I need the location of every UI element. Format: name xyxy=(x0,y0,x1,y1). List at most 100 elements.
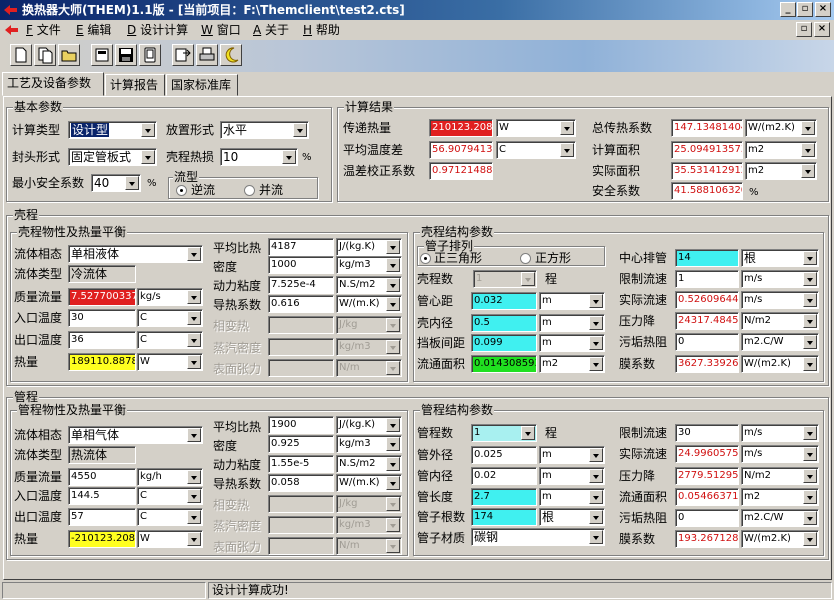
tube-area-unit[interactable]: m2 xyxy=(741,488,819,506)
maximize-button[interactable]: ▫ xyxy=(797,2,813,17)
calc-type-select[interactable]: 设计型 xyxy=(68,121,157,139)
tube-id-unit[interactable]: m xyxy=(539,467,605,485)
tube-foul-value[interactable]: 0 xyxy=(675,509,739,527)
copy-doc-icon[interactable] xyxy=(34,44,56,66)
shell-area-unit[interactable]: m2 xyxy=(539,355,605,373)
pitch-value[interactable]: 0.032 xyxy=(471,292,537,310)
head-select[interactable]: 固定管板式 xyxy=(68,148,157,166)
shell-tin-unit[interactable]: C xyxy=(137,309,203,327)
overall-u-unit[interactable]: W/(m2.K) xyxy=(745,119,817,137)
menu-help[interactable]: H 帮助 xyxy=(303,20,340,40)
save-icon[interactable] xyxy=(115,44,137,66)
tube-heat-unit[interactable]: W xyxy=(137,530,203,548)
heat-duty-unit[interactable]: W xyxy=(496,119,576,137)
tube-rho-value[interactable]: 0.925 xyxy=(268,435,334,453)
shell-v-unit[interactable]: m/s xyxy=(741,291,819,309)
tube-count-value[interactable]: 174 xyxy=(471,508,537,526)
shell-lam-unit[interactable]: W/(m.K) xyxy=(336,295,402,313)
tube-od-unit[interactable]: m xyxy=(539,446,605,464)
center-tubes-unit[interactable]: 根 xyxy=(741,249,819,267)
menu-design-calc[interactable]: D 设计计算 xyxy=(127,20,188,40)
shell-rho-unit[interactable]: kg/m3 xyxy=(336,256,402,274)
tube-cp-unit[interactable]: J/(kg.K) xyxy=(336,416,402,434)
shell-foul-value[interactable]: 0 xyxy=(675,333,739,351)
shell-h-unit[interactable]: W/(m2.K) xyxy=(741,355,819,373)
center-tubes-value[interactable]: 14 xyxy=(675,249,739,267)
tube-lam-unit[interactable]: W/(m.K) xyxy=(336,474,402,492)
triangle-radio[interactable] xyxy=(420,253,431,264)
tube-mu-unit[interactable]: N.S/m2 xyxy=(336,455,402,473)
flow-counter-radio[interactable] xyxy=(176,185,187,196)
tube-dp-unit[interactable]: N/m2 xyxy=(741,467,819,485)
tube-vlim-value[interactable]: 30 xyxy=(675,424,739,442)
shell-tout-value[interactable]: 36 xyxy=(68,331,136,349)
tube-vlim-unit[interactable]: m/s xyxy=(741,424,819,442)
tube-cp-value[interactable]: 1900 xyxy=(268,416,334,434)
tube-id-value[interactable]: 0.02 xyxy=(471,467,537,485)
shell-heat-unit[interactable]: W xyxy=(137,353,203,371)
pitch-unit[interactable]: m xyxy=(539,292,605,310)
tube-tout-value[interactable]: 57 xyxy=(68,508,136,526)
tube-lam-value[interactable]: 0.058 xyxy=(268,474,334,492)
tube-len-unit[interactable]: m xyxy=(539,488,605,506)
shell-dp-unit[interactable]: N/m2 xyxy=(741,312,819,330)
menu-edit[interactable]: E 编辑 xyxy=(76,20,111,40)
flow-parallel-radio[interactable] xyxy=(244,185,255,196)
new-doc-icon[interactable] xyxy=(10,44,32,66)
tube-mass-value[interactable]: 4550 xyxy=(68,468,136,486)
shell-id-unit[interactable]: m xyxy=(539,314,605,332)
save-all-icon[interactable] xyxy=(139,44,161,66)
menu-about[interactable]: A 关于 xyxy=(253,20,289,40)
place-select[interactable]: 水平 xyxy=(220,121,309,139)
tube-len-value[interactable]: 2.7 xyxy=(471,488,537,506)
tube-od-value[interactable]: 0.025 xyxy=(471,446,537,464)
tube-mu-value[interactable]: 1.55e-5 xyxy=(268,455,334,473)
shell-mass-unit[interactable]: kg/s xyxy=(137,288,203,306)
tube-mass-unit[interactable]: kg/h xyxy=(137,468,203,486)
shell-lam-value[interactable]: 0.616 xyxy=(268,295,334,313)
shell-foul-unit[interactable]: m2.C/W xyxy=(741,333,819,351)
loss-select[interactable]: 10 xyxy=(220,148,298,166)
shell-rho-value[interactable]: 1000 xyxy=(268,256,334,274)
tube-material-select[interactable]: 碳钢 xyxy=(471,528,605,546)
baffle-unit[interactable]: m xyxy=(539,334,605,352)
open-folder-icon[interactable] xyxy=(58,44,80,66)
safety-select[interactable]: 40 xyxy=(91,174,141,192)
tube-count-unit[interactable]: 根 xyxy=(539,508,605,526)
menu-file[interactable]: F 文件 xyxy=(26,20,61,40)
minimize-button[interactable]: _ xyxy=(780,2,796,17)
menu-window[interactable]: W 窗口 xyxy=(201,20,241,40)
tube-h-unit[interactable]: W/(m2.K) xyxy=(741,530,819,548)
shell-mu-value[interactable]: 7.525e-4 xyxy=(268,276,334,294)
print-preview-icon[interactable] xyxy=(91,44,113,66)
shell-mass-value[interactable]: 7.52770033731 xyxy=(68,288,136,306)
calc-area-unit[interactable]: m2 xyxy=(745,141,817,159)
print-icon[interactable] xyxy=(196,44,218,66)
shell-mu-unit[interactable]: N.S/m2 xyxy=(336,276,402,294)
export-icon[interactable] xyxy=(172,44,194,66)
actual-area-unit[interactable]: m2 xyxy=(745,162,817,180)
close-button[interactable]: × xyxy=(815,2,831,17)
shell-id-value[interactable]: 0.5 xyxy=(471,314,537,332)
shell-phase-select[interactable]: 单相液体 xyxy=(68,245,203,263)
baffle-value[interactable]: 0.099 xyxy=(471,334,537,352)
mean-dt-unit[interactable]: C xyxy=(496,141,576,159)
tab-national-standards[interactable]: 国家标准库 xyxy=(166,74,238,96)
square-radio[interactable] xyxy=(520,253,531,264)
shell-cp-value[interactable]: 4187 xyxy=(268,238,334,256)
shell-tout-unit[interactable]: C xyxy=(137,331,203,349)
tube-rho-unit[interactable]: kg/m3 xyxy=(336,435,402,453)
child-restore-button[interactable]: ▫ xyxy=(796,22,812,37)
tube-passes-select[interactable]: 1 xyxy=(471,424,537,442)
tube-tin-value[interactable]: 144.5 xyxy=(68,487,136,505)
shell-vlim-unit[interactable]: m/s xyxy=(741,270,819,288)
tube-tin-unit[interactable]: C xyxy=(137,487,203,505)
tab-calc-report[interactable]: 计算报告 xyxy=(105,74,165,96)
tube-tout-unit[interactable]: C xyxy=(137,508,203,526)
child-close-button[interactable]: × xyxy=(814,22,830,37)
shell-cp-unit[interactable]: J/(kg.K) xyxy=(336,238,402,256)
tab-process-params[interactable]: 工艺及设备参数 xyxy=(2,72,104,96)
tube-phase-select[interactable]: 单相气体 xyxy=(68,426,203,444)
calculate-icon[interactable] xyxy=(220,44,242,66)
tube-foul-unit[interactable]: m2.C/W xyxy=(741,509,819,527)
